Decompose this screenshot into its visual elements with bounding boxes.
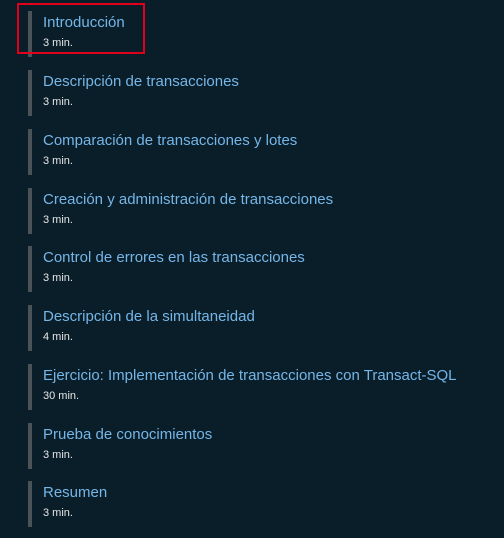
unit-duration: 3 min. <box>43 449 73 461</box>
unit-title-link[interactable]: Ejercicio: Implementación de transaccion… <box>43 364 488 385</box>
unit-progress-bar <box>28 481 32 527</box>
unit-title-link[interactable]: Comparación de transacciones y lotes <box>43 129 488 150</box>
unit-progress-bar <box>28 11 32 57</box>
unit-title-link[interactable]: Descripción de transacciones <box>43 70 488 91</box>
unit-item-ejercicio[interactable]: Ejercicio: Implementación de transaccion… <box>28 364 488 410</box>
unit-item-descripcion-transacciones[interactable]: Descripción de transacciones 3 min. <box>28 70 488 116</box>
unit-progress-bar <box>28 305 32 351</box>
unit-title-link[interactable]: Introducción <box>43 11 488 32</box>
unit-duration: 3 min. <box>43 155 73 167</box>
unit-duration: 3 min. <box>43 96 73 108</box>
module-unit-list: Introducción 3 min. Descripción de trans… <box>0 0 504 538</box>
unit-item-introduccion[interactable]: Introducción 3 min. <box>17 3 488 57</box>
unit-title-link[interactable]: Creación y administración de transaccion… <box>43 188 488 209</box>
unit-item-simultaneidad[interactable]: Descripción de la simultaneidad 4 min. <box>28 305 488 351</box>
unit-title-link[interactable]: Prueba de conocimientos <box>43 423 488 444</box>
unit-progress-bar <box>28 188 32 234</box>
unit-item-resumen[interactable]: Resumen 3 min. <box>28 481 488 527</box>
unit-duration: 3 min. <box>43 37 73 49</box>
unit-item-prueba-conocimientos[interactable]: Prueba de conocimientos 3 min. <box>28 423 488 469</box>
unit-item-comparacion-transacciones-lotes[interactable]: Comparación de transacciones y lotes 3 m… <box>28 129 488 175</box>
unit-item-control-errores[interactable]: Control de errores en las transacciones … <box>28 246 488 292</box>
unit-duration: 3 min. <box>43 272 73 284</box>
unit-progress-bar <box>28 129 32 175</box>
unit-duration: 3 min. <box>43 507 73 519</box>
unit-progress-bar <box>28 364 32 410</box>
unit-progress-bar <box>28 70 32 116</box>
unit-duration: 30 min. <box>43 390 80 402</box>
unit-progress-bar <box>28 246 32 292</box>
unit-title-link[interactable]: Control de errores en las transacciones <box>43 246 488 267</box>
unit-title-link[interactable]: Resumen <box>43 481 488 502</box>
unit-duration: 4 min. <box>43 331 73 343</box>
unit-item-creacion-administracion[interactable]: Creación y administración de transaccion… <box>28 188 488 234</box>
unit-duration: 3 min. <box>43 214 73 226</box>
unit-title-link[interactable]: Descripción de la simultaneidad <box>43 305 488 326</box>
unit-progress-bar <box>28 423 32 469</box>
